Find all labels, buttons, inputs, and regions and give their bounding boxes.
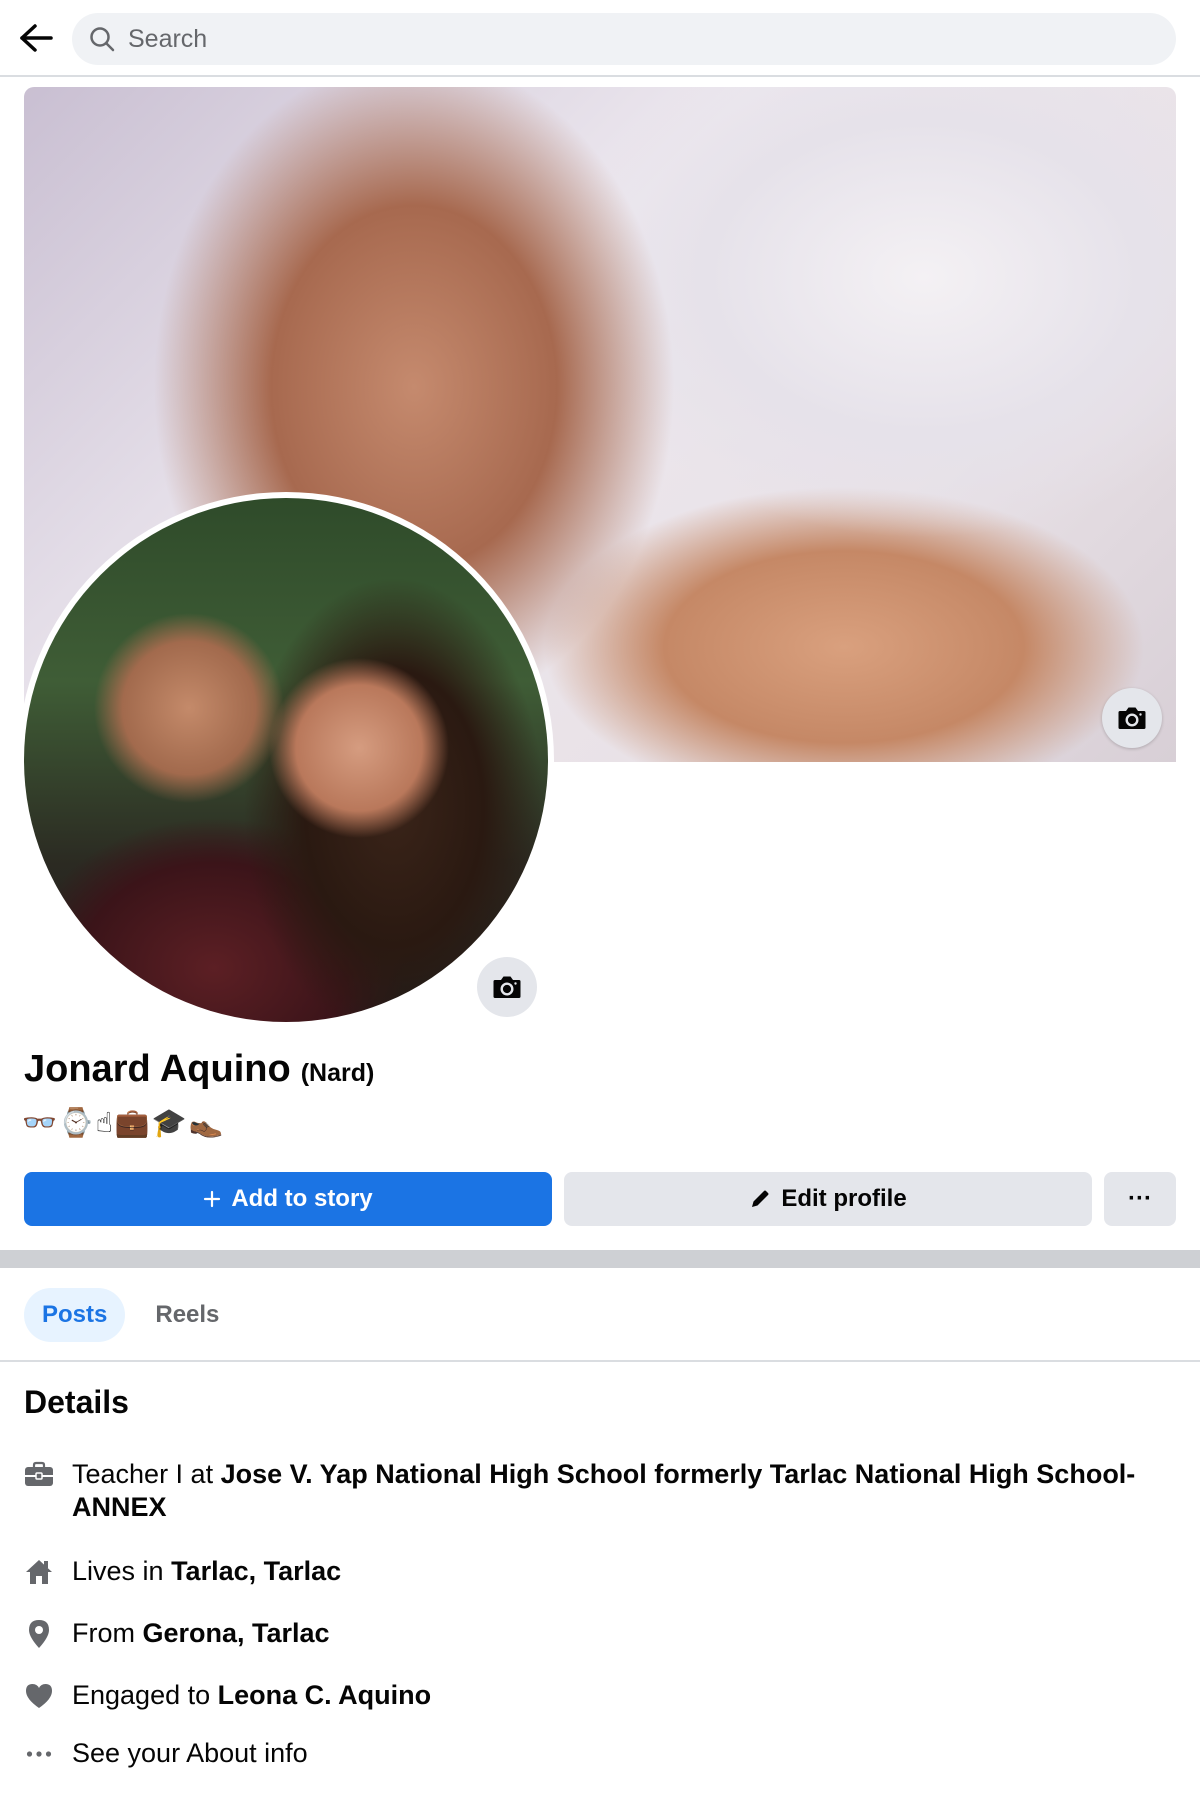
- add-to-story-label: Add to story: [231, 1185, 373, 1212]
- detail-relationship-text: Engaged to Leona C. Aquino: [72, 1680, 432, 1710]
- partner-link[interactable]: Leona C. Aquino: [218, 1680, 431, 1710]
- edit-profile-picture-button[interactable]: [477, 957, 537, 1017]
- profile-picture-frame: [18, 492, 554, 1028]
- heart-icon: [24, 1679, 54, 1712]
- edit-profile-button[interactable]: Edit profile: [564, 1172, 1092, 1226]
- profile-picture[interactable]: [24, 498, 548, 1022]
- workplace-link[interactable]: Jose V. Yap National High School formerl…: [72, 1459, 1135, 1522]
- profile-bio: 👓⌚☝💼🎓👞: [22, 1106, 226, 1139]
- detail-work-text: Teacher I at Jose V. Yap National High S…: [72, 1459, 1136, 1522]
- tabs-separator: [0, 1360, 1200, 1362]
- profile-nickname: (Nard): [300, 1059, 375, 1087]
- hometown-link[interactable]: Gerona, Tarlac: [143, 1618, 330, 1648]
- camera-icon: [493, 976, 521, 998]
- profile-name-row: Jonard Aquino (Nard): [24, 1048, 374, 1091]
- location-pin-icon: [24, 1617, 54, 1650]
- more-options-button[interactable]: ···: [1104, 1172, 1176, 1226]
- search-icon: [88, 25, 116, 53]
- details-heading: Details: [24, 1384, 129, 1420]
- detail-relationship: Engaged to Leona C. Aquino: [24, 1679, 1174, 1712]
- detail-lives-text: Lives in Tarlac, Tarlac: [72, 1556, 342, 1586]
- plus-icon: [203, 1190, 221, 1208]
- detail-from: From Gerona, Tarlac: [24, 1617, 1174, 1650]
- profile-name: Jonard Aquino: [24, 1048, 291, 1090]
- see-about-info-label: See your About info: [72, 1738, 308, 1768]
- edit-profile-label: Edit profile: [781, 1185, 907, 1212]
- search-bar[interactable]: [72, 13, 1176, 65]
- section-divider: [0, 1250, 1200, 1268]
- back-button[interactable]: [14, 16, 58, 60]
- ellipsis-icon: ···: [1128, 1185, 1152, 1212]
- arrow-left-icon: [20, 24, 53, 52]
- briefcase-icon: [24, 1458, 54, 1491]
- ellipsis-icon: [24, 1737, 54, 1770]
- pencil-icon: [749, 1188, 771, 1210]
- tab-reels[interactable]: Reels: [137, 1288, 237, 1342]
- detail-work: Teacher I at Jose V. Yap National High S…: [24, 1458, 1174, 1524]
- edit-cover-photo-button[interactable]: [1102, 688, 1162, 748]
- search-input[interactable]: [128, 24, 1028, 54]
- see-about-info-link[interactable]: See your About info: [24, 1737, 1174, 1770]
- camera-icon: [1118, 707, 1146, 729]
- house-icon: [24, 1555, 54, 1588]
- current-city-link[interactable]: Tarlac, Tarlac: [171, 1556, 341, 1586]
- detail-lives: Lives in Tarlac, Tarlac: [24, 1555, 1174, 1588]
- tab-posts[interactable]: Posts: [24, 1288, 126, 1342]
- top-bar: [0, 0, 1200, 77]
- profile-tabs: Posts Reels: [24, 1288, 249, 1342]
- add-to-story-button[interactable]: Add to story: [24, 1172, 552, 1226]
- detail-from-text: From Gerona, Tarlac: [72, 1618, 330, 1648]
- profile-actions: Add to story Edit profile ···: [24, 1172, 1176, 1226]
